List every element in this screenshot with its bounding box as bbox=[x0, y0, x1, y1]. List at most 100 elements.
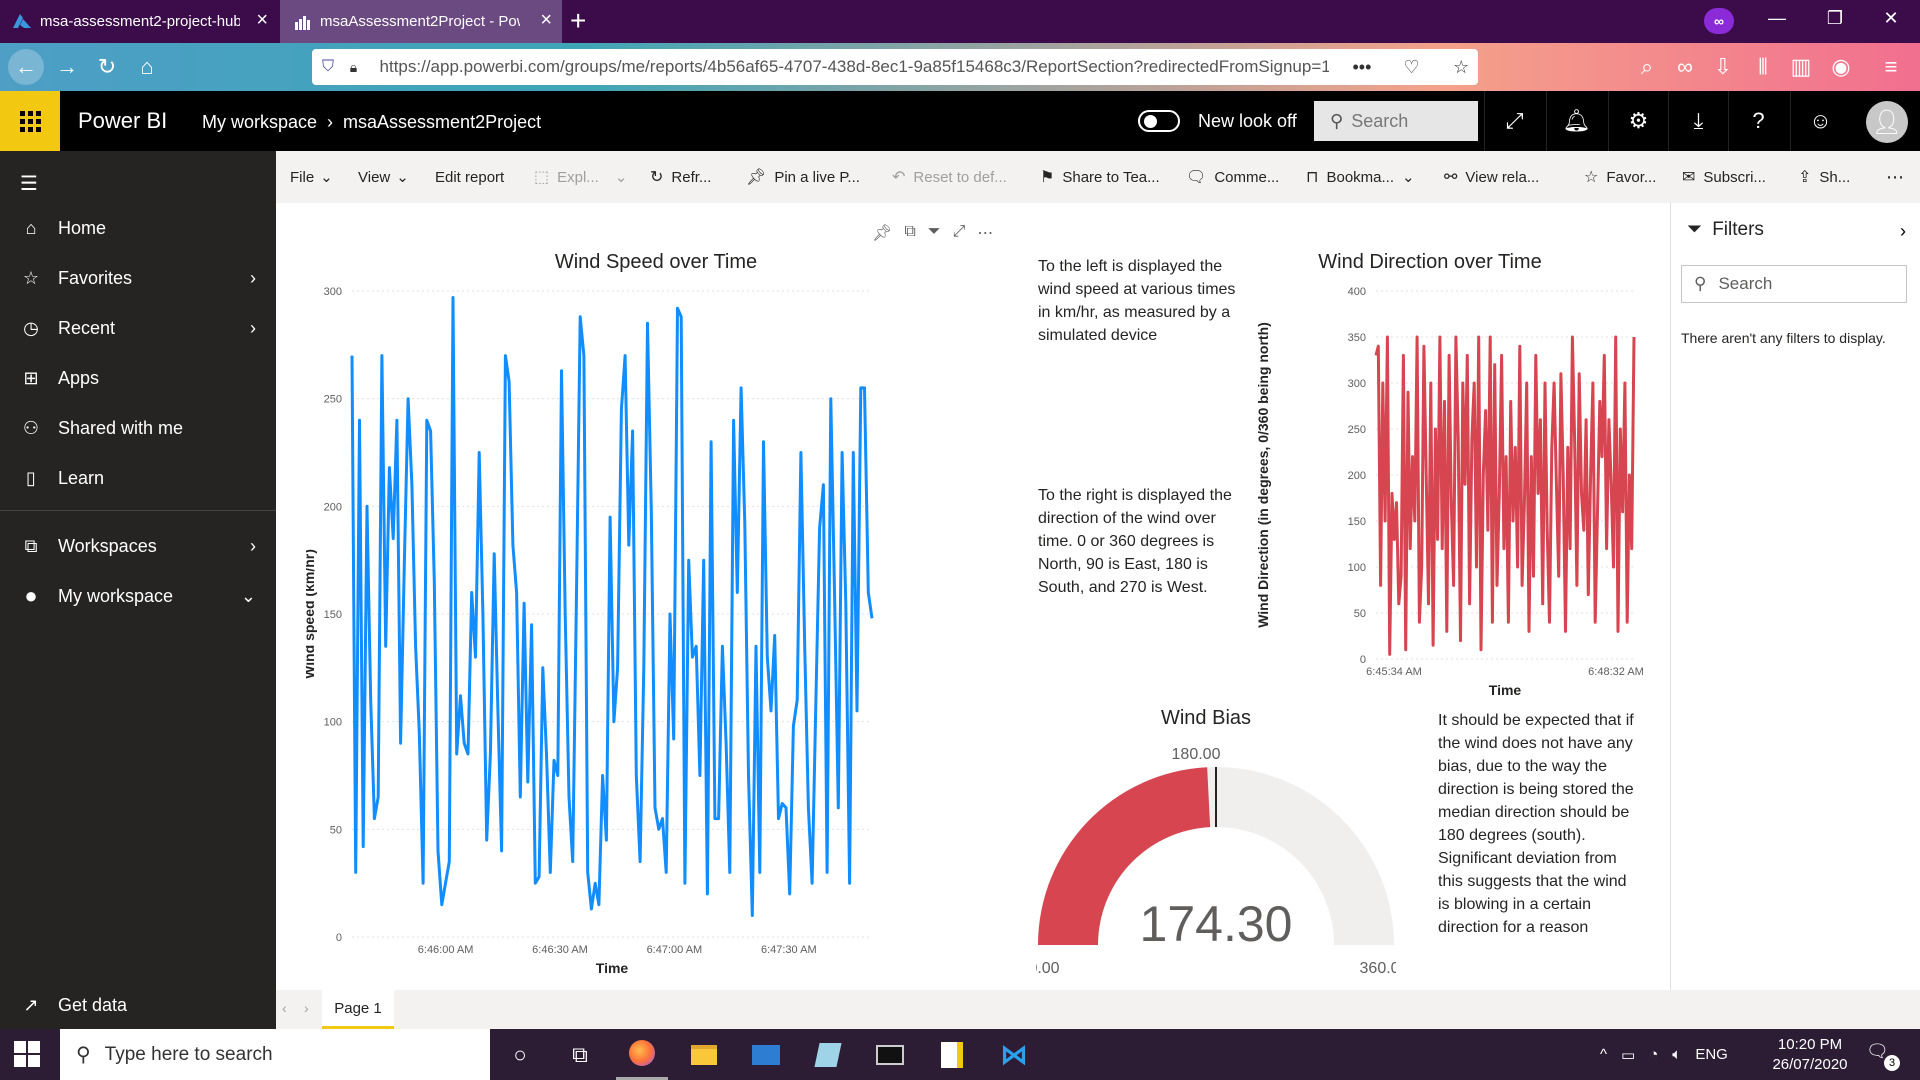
pin-icon[interactable]: 📌︎ bbox=[872, 223, 892, 243]
breadcrumb-workspace[interactable]: My workspace bbox=[202, 112, 317, 133]
browser-tab-powerbi[interactable]: msaAssessment2Project - Powe × bbox=[280, 0, 562, 43]
user-avatar[interactable]: 👤︎ bbox=[1866, 101, 1908, 143]
header-search-box[interactable]: ⚲ Search bbox=[1314, 101, 1478, 141]
favorite-button[interactable]: ☆ Favor... bbox=[1584, 151, 1656, 203]
task-view-icon[interactable]: ⧉ bbox=[554, 1029, 606, 1080]
file-menu-button[interactable]: File ⌄ bbox=[290, 151, 333, 203]
breadcrumb-report[interactable]: msaAssessment2Project bbox=[343, 112, 541, 133]
refresh-button[interactable]: ↻ Refr... bbox=[650, 151, 711, 203]
reset-to-default-button[interactable]: ↶ Reset to def... bbox=[892, 151, 1007, 203]
nav-item-home[interactable]: ⌂ Home bbox=[0, 208, 276, 248]
next-page-icon[interactable]: › bbox=[304, 1000, 309, 1016]
close-window-button[interactable]: ✕ bbox=[1876, 8, 1906, 29]
firefox-icon[interactable] bbox=[616, 1029, 668, 1080]
new-look-toggle[interactable] bbox=[1138, 110, 1180, 132]
sidebar-icon[interactable]: ▥ bbox=[1786, 52, 1816, 82]
downloads-icon[interactable]: ⇩ bbox=[1708, 52, 1738, 82]
more-options-icon[interactable]: ⋯ bbox=[977, 223, 993, 243]
back-button[interactable]: ← bbox=[8, 49, 44, 85]
chevron-up-icon[interactable]: ^ bbox=[1600, 1046, 1607, 1063]
bookmarks-button[interactable]: ⊓ Bookma... ⌄ bbox=[1306, 151, 1415, 203]
cortana-icon[interactable]: ○ bbox=[494, 1029, 546, 1080]
filters-search-input[interactable]: ⚲ Search bbox=[1681, 265, 1907, 303]
visual-header: 📌︎ ⧉ ⏷ ⤢ ⋯ bbox=[872, 223, 993, 243]
forward-button[interactable]: → bbox=[52, 52, 82, 82]
document-app-icon[interactable] bbox=[926, 1029, 978, 1080]
more-options-icon[interactable]: ⋯ bbox=[1886, 151, 1904, 203]
filter-icon[interactable]: ⏷ bbox=[928, 223, 941, 243]
vscode-icon[interactable]: ⋈ bbox=[988, 1029, 1040, 1080]
search-icon[interactable]: ⌕ bbox=[1632, 52, 1662, 82]
wind-bias-gauge[interactable]: 174.30 0.00 360.00 180.00 bbox=[1036, 733, 1396, 983]
hamburger-menu-icon[interactable]: ☰ bbox=[20, 171, 38, 196]
settings-gear-icon[interactable]: ⚙ bbox=[1608, 91, 1668, 151]
close-tab-icon[interactable]: × bbox=[540, 10, 552, 30]
new-tab-button[interactable]: + bbox=[570, 6, 586, 36]
prev-page-icon[interactable]: ‹ bbox=[282, 1000, 287, 1016]
explore-button[interactable]: ⬚ Expl... ⌄ bbox=[534, 151, 627, 203]
notifications-bell-icon[interactable]: 🔔︎ bbox=[1546, 91, 1606, 151]
wind-direction-chart[interactable]: 0 50 100 150 200 250 300 350 400 6:45:34 AM 6:48:3… bbox=[1256, 273, 1646, 703]
pocket-icon[interactable]: ♡ bbox=[1395, 57, 1429, 78]
editor-app-icon[interactable] bbox=[802, 1029, 854, 1080]
bookmark-star-icon[interactable]: ☆ bbox=[1444, 57, 1478, 78]
account-icon[interactable]: ◉ bbox=[1826, 52, 1856, 82]
private-mask-icon[interactable]: ∞ bbox=[1670, 52, 1700, 82]
file-explorer-icon[interactable] bbox=[678, 1029, 730, 1080]
app-title[interactable]: Power BI bbox=[78, 108, 167, 134]
nav-item-apps[interactable]: ⊞ Apps bbox=[0, 358, 276, 398]
battery-icon[interactable]: ▭ bbox=[1621, 1046, 1635, 1064]
pin-live-page-button[interactable]: 📌︎ Pin a live P... bbox=[746, 151, 860, 203]
help-icon[interactable]: ? bbox=[1728, 91, 1788, 151]
browser-tab-azure[interactable]: msa-assessment2-project-hub × bbox=[0, 0, 278, 43]
mail-icon[interactable] bbox=[740, 1029, 792, 1080]
input-language[interactable]: ENG bbox=[1695, 1046, 1728, 1063]
nav-item-favorites[interactable]: ☆ Favorites › bbox=[0, 258, 276, 298]
collapse-filters-chevron-icon[interactable]: › bbox=[1900, 221, 1906, 242]
nav-item-recent[interactable]: ◷ Recent › bbox=[0, 308, 276, 348]
page-actions-icon[interactable]: ••• bbox=[1345, 57, 1379, 78]
share-button[interactable]: ⇪ Sh... bbox=[1798, 151, 1850, 203]
download-icon[interactable]: ⤓ bbox=[1668, 91, 1728, 151]
nav-item-my-workspace[interactable]: ● My workspace ⌄ bbox=[0, 576, 276, 616]
nav-item-get-data[interactable]: ↗ Get data bbox=[0, 985, 276, 1025]
focus-mode-icon[interactable]: ⤢ bbox=[953, 223, 966, 243]
feedback-smiley-icon[interactable]: ☺ bbox=[1790, 91, 1850, 151]
reload-button[interactable]: ↻ bbox=[92, 52, 122, 82]
chevron-right-icon[interactable]: › bbox=[250, 268, 256, 289]
page-tab-page-1[interactable]: Page 1 bbox=[322, 990, 394, 1029]
fullscreen-icon[interactable]: ⤢ bbox=[1484, 91, 1544, 151]
home-button[interactable]: ⌂ bbox=[132, 52, 162, 82]
lock-icon[interactable]: 🔒︎ bbox=[350, 59, 372, 76]
taskbar-clock[interactable]: 10:20 PM 26/07/2020 bbox=[1770, 1035, 1850, 1075]
close-tab-icon[interactable]: × bbox=[256, 10, 268, 30]
terminal-icon[interactable] bbox=[864, 1029, 916, 1080]
url-bar[interactable]: ⛉ 🔒︎ https://app.powerbi.com/groups/me/r… bbox=[312, 49, 1478, 85]
view-related-button[interactable]: ⚯ View rela... bbox=[1444, 151, 1539, 203]
subscribe-button[interactable]: ✉ Subscri... bbox=[1682, 151, 1766, 203]
menu-icon[interactable]: ≡ bbox=[1876, 52, 1906, 82]
tracking-shield-icon[interactable]: ⛉ bbox=[322, 58, 344, 76]
app-launcher-button[interactable] bbox=[0, 91, 60, 151]
nav-item-learn[interactable]: ▯ Learn bbox=[0, 458, 276, 498]
comments-button[interactable]: 🗨︎ Comme... bbox=[1186, 151, 1279, 203]
nav-item-workspaces[interactable]: ⧉ Workspaces › bbox=[0, 526, 276, 566]
taskbar-search-box[interactable]: ⚲ Type here to search bbox=[60, 1029, 490, 1080]
edit-report-button[interactable]: Edit report bbox=[435, 151, 504, 203]
library-icon[interactable]: ⫴ bbox=[1748, 52, 1778, 82]
wind-speed-chart[interactable]: 0 50 100 150 200 250 300 6:46:00 AM 6:46:30 AM 6:… bbox=[306, 273, 1036, 993]
chevron-down-icon[interactable]: ⌄ bbox=[241, 586, 256, 607]
nav-item-shared[interactable]: ⚇ Shared with me bbox=[0, 408, 276, 448]
action-center-icon[interactable]: 🗨︎ 3 bbox=[1866, 1041, 1900, 1071]
chevron-right-icon[interactable]: › bbox=[250, 536, 256, 557]
volume-icon[interactable]: 🔈︎ bbox=[1672, 1046, 1681, 1063]
minimize-window-button[interactable]: — bbox=[1762, 8, 1792, 29]
windows-start-button[interactable] bbox=[14, 1041, 40, 1067]
share-to-teams-button[interactable]: ⚑ Share to Tea... bbox=[1040, 151, 1160, 203]
copy-icon[interactable]: ⧉ bbox=[904, 223, 915, 243]
wifi-icon[interactable]: ◔ bbox=[1649, 1046, 1658, 1063]
chevron-right-icon[interactable]: › bbox=[250, 318, 256, 339]
restore-window-button[interactable]: ❐ bbox=[1820, 8, 1850, 29]
url-text[interactable]: https://app.powerbi.com/groups/me/report… bbox=[380, 57, 1330, 77]
view-menu-button[interactable]: View ⌄ bbox=[358, 151, 409, 203]
